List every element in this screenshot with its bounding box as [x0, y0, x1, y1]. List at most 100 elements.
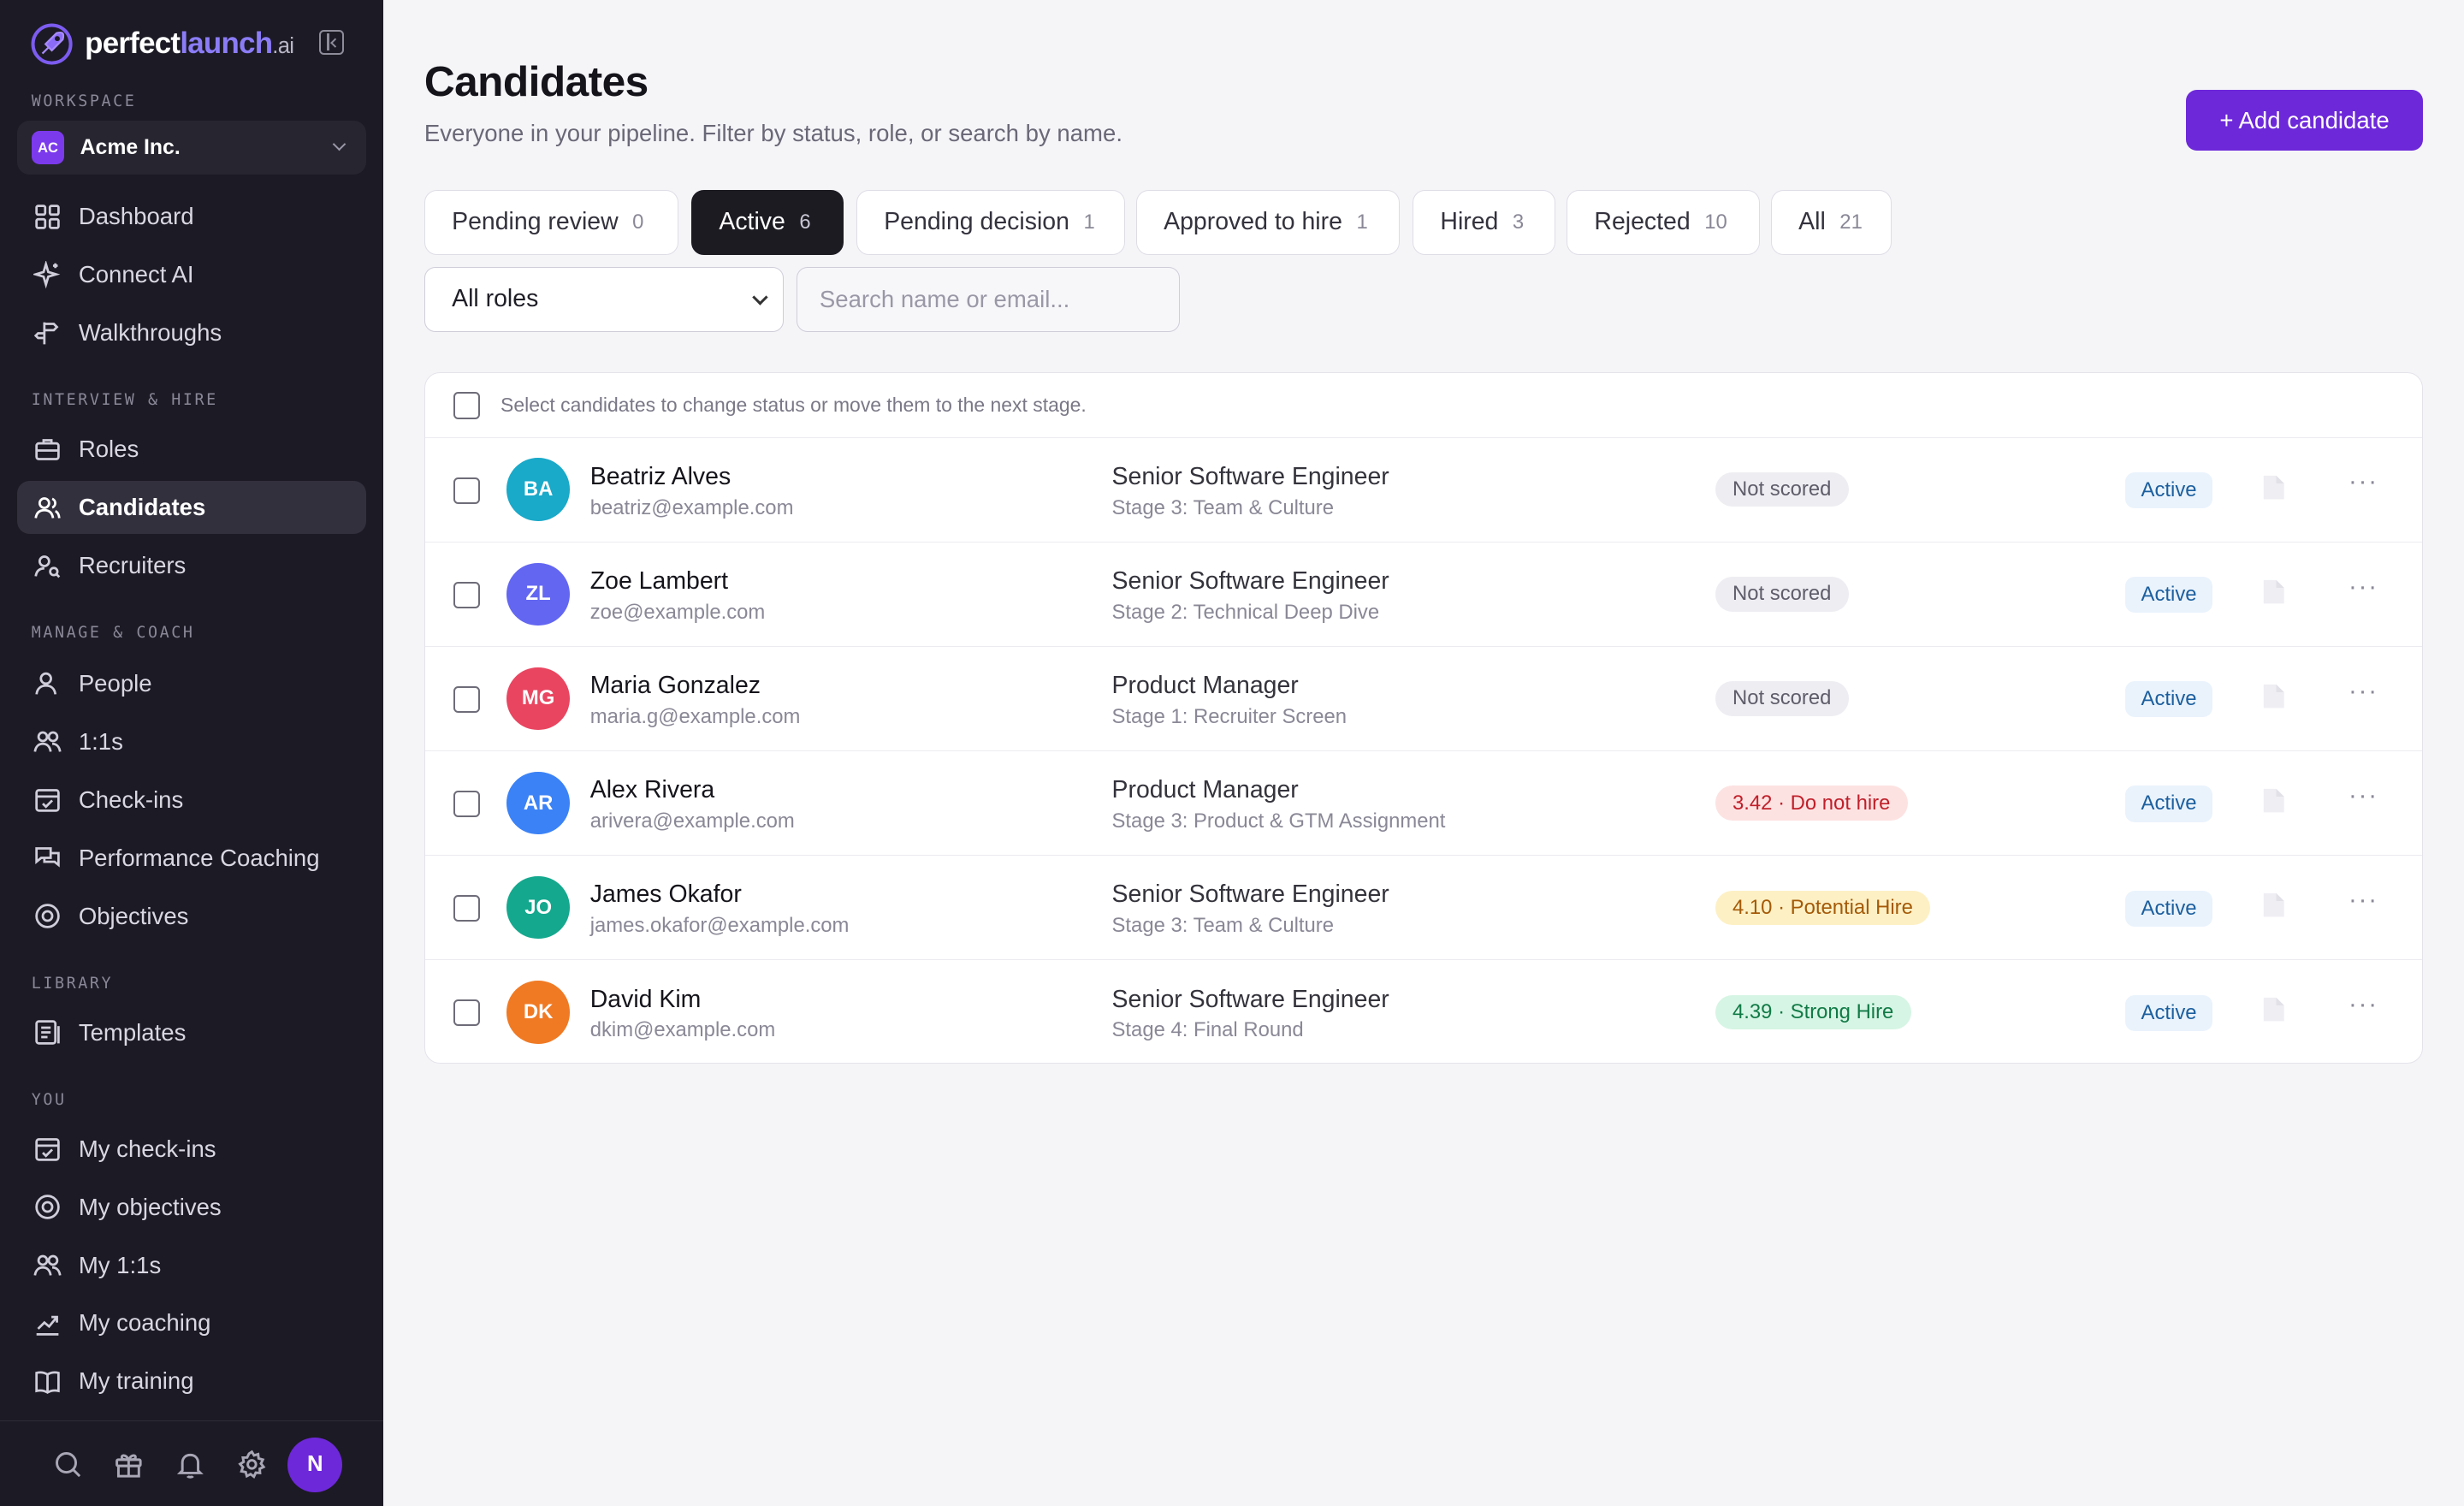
row-checkbox[interactable]: [453, 581, 481, 608]
document-icon[interactable]: [2262, 683, 2286, 709]
status-badge[interactable]: Active: [2125, 681, 2212, 718]
search-input[interactable]: [797, 267, 1181, 332]
sidebar-item-walkthroughs[interactable]: Walkthroughs: [17, 306, 366, 359]
table-row[interactable]: AR Alex Rivera arivera@example.com Product …: [424, 751, 2423, 857]
candidate-stage: Stage 1: Recruiter Screen: [1111, 704, 1348, 728]
user-icon: [34, 673, 56, 696]
sidebar-item-label: Connect AI: [78, 261, 194, 288]
page-title: Candidates: [424, 57, 649, 106]
more-options-icon[interactable]: ···: [2348, 467, 2378, 496]
tab-count: 6: [799, 210, 811, 234]
tab-label: Approved to hire: [1164, 208, 1342, 236]
candidate-name[interactable]: Maria Gonzalez: [590, 672, 761, 700]
workspace-name: Acme Inc.: [80, 135, 181, 159]
sidebar-item-roles[interactable]: Roles: [17, 423, 366, 476]
add-candidate-button[interactable]: + Add candidate: [2185, 89, 2424, 151]
avatar: BA: [506, 458, 570, 521]
search-icon[interactable]: [52, 1449, 84, 1480]
user-avatar[interactable]: N: [287, 1437, 343, 1493]
candidate-email: dkim@example.com: [589, 1018, 776, 1042]
sidebar-item-performance-coaching[interactable]: Performance Coaching: [17, 832, 366, 885]
table-row[interactable]: BA Beatriz Alves beatriz@example.com Senior…: [424, 438, 2423, 543]
sidebar-item-connect-ai[interactable]: Connect AI: [17, 248, 366, 301]
status-badge[interactable]: Active: [2125, 577, 2212, 614]
sidebar-item-my-objectives[interactable]: My objectives: [17, 1180, 366, 1233]
tab-active[interactable]: Active 6: [691, 190, 844, 255]
tab-rejected[interactable]: Rejected 10: [1567, 190, 1761, 255]
candidates-table: Select candidates to change status or mo…: [424, 372, 2424, 1064]
more-options-icon[interactable]: ···: [2348, 990, 2378, 1019]
candidate-stage: Stage 4: Final Round: [1111, 1018, 1304, 1042]
table-row[interactable]: JO James Okafor james.okafor@example.com Se…: [424, 856, 2423, 961]
sidebar-item-objectives[interactable]: Objectives: [17, 890, 366, 943]
more-options-icon[interactable]: ···: [2348, 677, 2378, 706]
candidate-name[interactable]: Zoe Lambert: [590, 567, 728, 596]
tab-label: All: [1798, 208, 1826, 236]
gift-icon[interactable]: [113, 1449, 145, 1480]
row-checkbox[interactable]: [453, 790, 481, 818]
sidebar-item-recruiters[interactable]: Recruiters: [17, 539, 366, 592]
table-row[interactable]: DK David Kim dkim@example.com Senior Softwa…: [425, 960, 2422, 1063]
candidate-role: Senior Software Engineer: [1111, 567, 1389, 596]
gear-icon[interactable]: [236, 1449, 268, 1480]
selection-hint: Select candidates to change status or mo…: [500, 394, 1087, 417]
brand-logo[interactable]: perfectlaunch.ai: [28, 21, 294, 68]
status-badge[interactable]: Active: [2125, 994, 2212, 1031]
status-badge[interactable]: Active: [2125, 890, 2212, 927]
sidebar-item-one-on-ones[interactable]: 1:1s: [17, 715, 366, 768]
row-checkbox[interactable]: [453, 999, 481, 1027]
more-options-icon[interactable]: ···: [2348, 886, 2378, 915]
chevron-down-icon: [332, 138, 346, 151]
tab-approved-to-hire[interactable]: Approved to hire 1: [1135, 190, 1401, 255]
sparkle-icon: [33, 260, 60, 289]
document-icon[interactable]: [2262, 578, 2286, 605]
sidebar-item-my-one-on-ones[interactable]: My 1:1s: [17, 1238, 366, 1291]
score-badge: 4.10 · Potential Hire: [1715, 890, 1931, 925]
row-checkbox[interactable]: [453, 685, 481, 713]
tab-all[interactable]: All 21: [1770, 190, 1892, 255]
candidate-email: james.okafor@example.com: [589, 914, 850, 938]
candidate-stage: Stage 2: Technical Deep Dive: [1111, 600, 1380, 624]
table-header: Select candidates to change status or mo…: [424, 373, 2423, 438]
document-icon[interactable]: [2262, 474, 2286, 501]
document-icon[interactable]: [2262, 892, 2286, 918]
sidebar-item-check-ins[interactable]: Check-ins: [17, 774, 366, 827]
sidebar-item-people[interactable]: People: [17, 657, 366, 710]
workspace-switcher[interactable]: AC Acme Inc.: [17, 121, 366, 175]
tab-pending-decision[interactable]: Pending decision 1: [856, 190, 1126, 255]
more-options-icon[interactable]: ···: [2348, 572, 2378, 602]
table-row[interactable]: ZL Zoe Lambert zoe@example.com Senior Softw…: [424, 543, 2423, 647]
sidebar-item-dashboard[interactable]: Dashboard: [17, 190, 366, 243]
sidebar-item-templates[interactable]: Templates: [17, 1005, 366, 1058]
more-options-icon[interactable]: ···: [2348, 781, 2378, 810]
sidebar-item-my-check-ins[interactable]: My check-ins: [17, 1122, 366, 1175]
sidebar-item-my-coaching[interactable]: My coaching: [17, 1296, 366, 1349]
document-icon[interactable]: [2262, 787, 2286, 814]
table-row[interactable]: MG Maria Gonzalez maria.g@example.com Produ…: [424, 647, 2423, 751]
collapse-sidebar-icon[interactable]: [318, 29, 345, 56]
role-filter-select[interactable]: All roles: [424, 267, 785, 332]
select-all-checkbox[interactable]: [453, 392, 481, 419]
row-checkbox[interactable]: [453, 477, 481, 504]
candidate-name[interactable]: James Okafor: [590, 880, 742, 909]
avatar: JO: [506, 875, 570, 940]
sidebar-item-my-training[interactable]: My training: [17, 1355, 366, 1408]
candidate-name[interactable]: Alex Rivera: [590, 776, 714, 804]
bell-icon[interactable]: [175, 1449, 206, 1480]
candidate-name[interactable]: David Kim: [590, 986, 702, 1014]
tab-pending-review[interactable]: Pending review 0: [424, 190, 679, 255]
row-checkbox[interactable]: [453, 895, 481, 922]
sidebar-item-candidates[interactable]: Candidates: [17, 481, 366, 535]
status-badge[interactable]: Active: [2125, 786, 2212, 822]
score-badge: Not scored: [1715, 577, 1849, 612]
candidate-name[interactable]: Beatriz Alves: [590, 463, 731, 491]
book-icon: [34, 1371, 60, 1394]
tab-hired[interactable]: Hired 3: [1413, 190, 1556, 255]
sidebar-item-label: Candidates: [78, 494, 206, 521]
sidebar-item-label: Check-ins: [78, 786, 184, 813]
sidebar-item-label: My coaching: [78, 1309, 211, 1337]
status-badge[interactable]: Active: [2125, 472, 2212, 509]
candidate-role: Product Manager: [1111, 776, 1299, 804]
document-icon[interactable]: [2262, 996, 2286, 1023]
score-badge: 4.39 · Strong Hire: [1715, 994, 1911, 1030]
